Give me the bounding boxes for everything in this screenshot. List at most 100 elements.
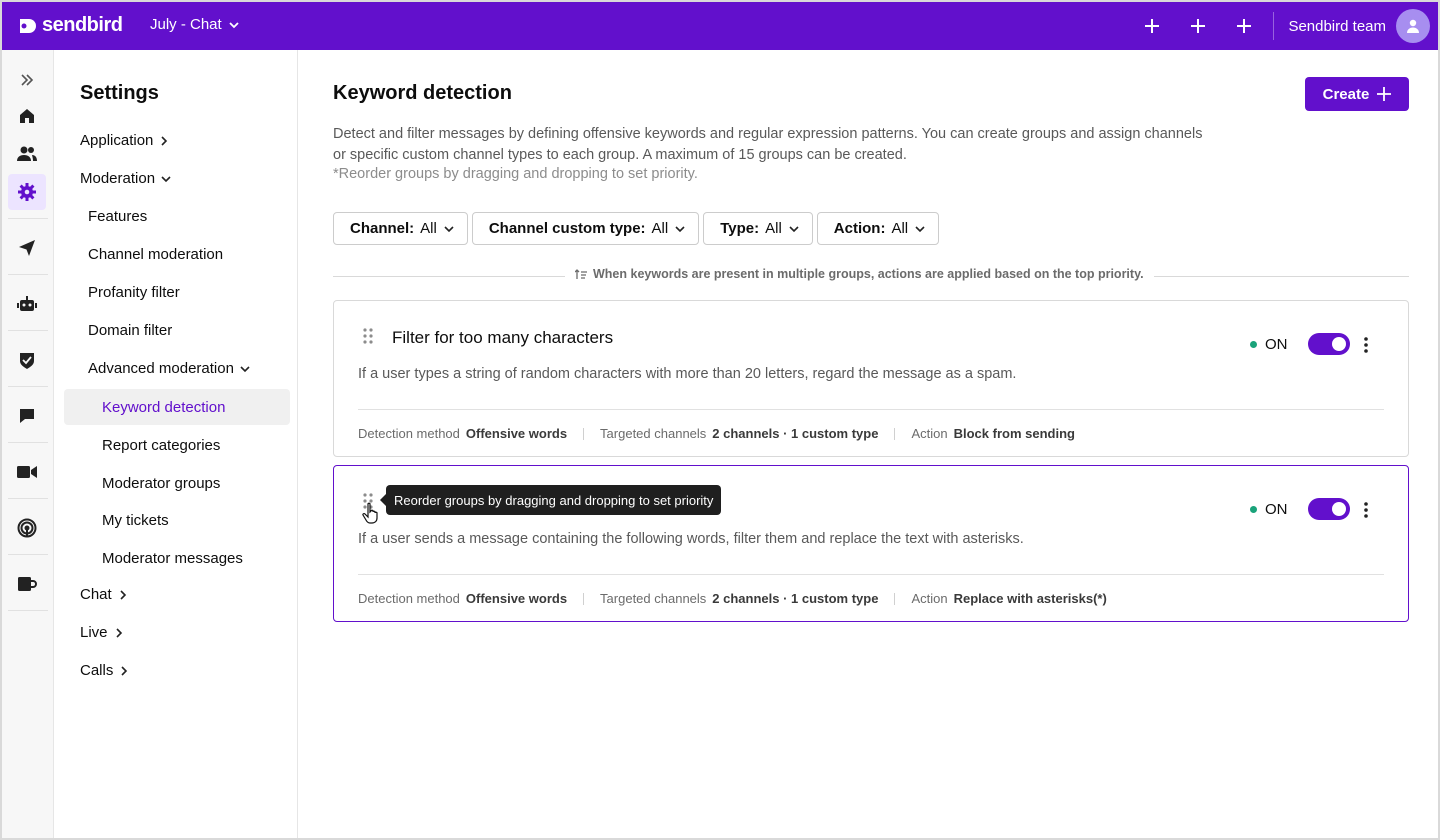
status-label: ON — [1265, 335, 1288, 353]
sidebar-item-features[interactable]: Features — [88, 208, 147, 225]
rail-separator — [8, 498, 48, 499]
sidebar-item-label: My tickets — [102, 511, 169, 529]
plus-icon — [1377, 87, 1392, 101]
card-divider — [358, 409, 1384, 410]
chevron-right-icon — [121, 665, 128, 676]
chevron-down-icon — [789, 225, 799, 232]
plus-icon — [1237, 19, 1252, 33]
sidebar-item-my-tickets[interactable]: My tickets — [64, 502, 290, 538]
group-status: ON — [1250, 333, 1350, 355]
add-button-2[interactable] — [1175, 2, 1221, 50]
sidebar-item-label: Features — [88, 208, 148, 225]
action-filter[interactable]: Action: All — [816, 212, 940, 245]
more-options-button[interactable] — [1352, 331, 1380, 359]
chevron-right-icon — [161, 135, 168, 146]
rail-separator — [8, 274, 48, 275]
sidebar-item-report-categories[interactable]: Report categories — [64, 427, 290, 463]
action-label: Action — [911, 426, 948, 441]
status-label: ON — [1265, 500, 1288, 518]
video-icon[interactable] — [8, 454, 46, 490]
meta-separator — [583, 592, 585, 605]
keyword-group-card[interactable]: Filter for too many characters ON If a u… — [333, 300, 1409, 457]
meta-separator — [583, 427, 585, 440]
filter-bar: Channel: All Channel custom type: All Ty… — [333, 212, 940, 245]
filter-value: All — [651, 220, 669, 237]
chevron-down-icon — [675, 225, 685, 232]
send-icon[interactable] — [8, 230, 46, 266]
group-meta: Detection method Offensive words Targete… — [358, 591, 1107, 606]
sidebar-item-label: Moderation — [80, 170, 156, 187]
tooltip-text: Reorder groups by dragging and dropping … — [394, 492, 714, 508]
home-icon[interactable] — [8, 98, 46, 134]
app-name: July - Chat — [150, 16, 222, 33]
user-avatar[interactable] — [1396, 9, 1430, 43]
plus-icon — [1191, 19, 1206, 33]
status-dot — [1250, 340, 1257, 348]
action-label: Action — [911, 591, 948, 606]
hand-cursor-icon — [362, 502, 378, 524]
detection-method-label: Detection method — [358, 426, 460, 441]
group-toggle[interactable] — [1307, 333, 1350, 355]
filter-label: Type: — [720, 220, 760, 237]
card-divider — [358, 574, 1384, 575]
create-button[interactable]: Create — [1305, 77, 1409, 111]
group-status: ON — [1250, 498, 1350, 520]
rail-separator — [8, 218, 48, 219]
sidebar-item-label: Profanity filter — [88, 284, 180, 301]
channel-custom-type-filter[interactable]: Channel custom type: All — [471, 212, 700, 245]
sidebar-item-keyword-detection[interactable]: Keyword detection — [64, 389, 290, 425]
sidebar-item-profanity-filter[interactable]: Profanity filter — [88, 284, 180, 301]
sidebar-item-label: Moderator messages — [102, 549, 243, 567]
sendbird-logo[interactable]: sendbird — [18, 14, 123, 37]
sidebar-item-label: Domain filter — [88, 322, 173, 339]
chevron-right-icon — [120, 589, 126, 600]
sidebar-item-application[interactable]: Application — [80, 132, 169, 149]
reorder-note: *Reorder groups by dragging and dropping… — [333, 166, 698, 182]
chevron-down-icon — [915, 225, 925, 232]
type-filter[interactable]: Type: All — [703, 212, 813, 245]
shield-check-icon[interactable] — [8, 342, 46, 378]
sidebar-item-domain-filter[interactable]: Domain filter — [88, 322, 172, 339]
sidebar-item-moderation[interactable]: Moderation — [80, 170, 171, 187]
logo-text: sendbird — [42, 14, 123, 36]
sendbird-logo-icon — [20, 18, 36, 33]
chat-icon[interactable] — [8, 398, 46, 434]
add-button-3[interactable] — [1221, 2, 1267, 50]
sidebar-item-moderator-groups[interactable]: Moderator groups — [64, 465, 290, 501]
meta-separator — [894, 592, 896, 605]
group-description: If a user sends a message containing the… — [358, 531, 1024, 547]
drag-handle-icon[interactable] — [360, 327, 376, 345]
main-content: Keyword detection Create Detect and filt… — [299, 50, 1438, 838]
sidebar-item-label: Report categories — [102, 436, 221, 454]
detection-method-value: Offensive words — [465, 591, 568, 606]
chevron-down-icon — [240, 365, 250, 372]
targeted-channels-label: Targeted channels — [600, 591, 707, 606]
action-value: Block from sending — [953, 426, 1075, 441]
detection-method-label: Detection method — [358, 591, 460, 606]
channel-filter[interactable]: Channel: All — [333, 212, 468, 245]
drag-tooltip: Reorder groups by dragging and dropping … — [379, 485, 722, 515]
keyword-group-card[interactable]: Reorder groups by dragging and dropping … — [333, 465, 1409, 622]
more-options-button[interactable] — [1352, 496, 1380, 524]
settings-sidebar: Settings Application Moderation Features… — [54, 50, 298, 838]
sidebar-item-chat[interactable]: Chat — [80, 586, 128, 603]
app-switcher[interactable]: July - Chat — [150, 16, 240, 33]
sidebar-item-moderator-messages[interactable]: Moderator messages — [64, 540, 290, 576]
sidebar-title: Settings — [80, 82, 159, 104]
status-dot — [1250, 505, 1257, 513]
sidebar-item-calls[interactable]: Calls — [80, 662, 129, 679]
expand-icon[interactable] — [8, 62, 46, 98]
desk-icon[interactable] — [8, 566, 46, 602]
team-name[interactable]: Sendbird team — [1288, 18, 1386, 35]
bot-icon[interactable] — [8, 286, 46, 322]
sidebar-item-advanced-moderation[interactable]: Advanced moderation — [88, 360, 250, 377]
group-toggle[interactable] — [1307, 498, 1350, 520]
sidebar-item-live[interactable]: Live — [80, 624, 124, 641]
filter-label: Channel custom type: — [488, 220, 646, 237]
gear-icon[interactable] — [8, 174, 46, 210]
sidebar-item-label: Chat — [80, 586, 112, 603]
sidebar-item-channel-moderation[interactable]: Channel moderation — [88, 246, 223, 263]
users-icon[interactable] — [8, 136, 46, 172]
create-app-button[interactable] — [1129, 2, 1175, 50]
live-icon[interactable] — [8, 510, 46, 546]
